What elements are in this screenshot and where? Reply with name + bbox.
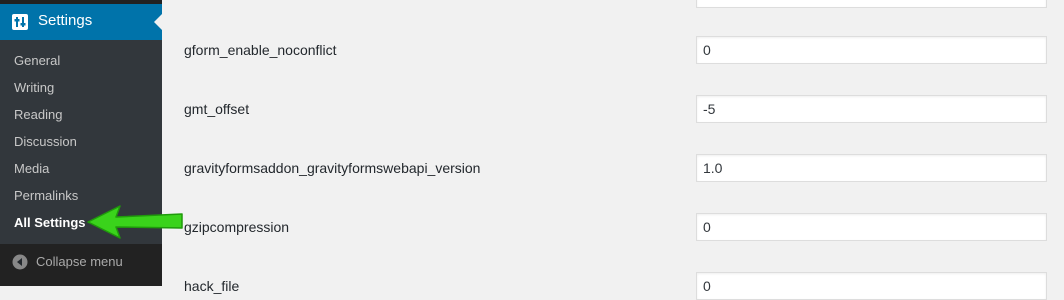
- submenu-item-permalinks[interactable]: Permalinks: [14, 188, 78, 203]
- settings-menu-header[interactable]: Settings: [0, 4, 162, 40]
- option-name-label: gravityformsaddon_gravityformswebapi_ver…: [184, 160, 481, 176]
- option-name-label: gzipcompression: [184, 219, 290, 235]
- annotation-arrow-icon: [87, 205, 183, 239]
- submenu-item-media[interactable]: Media: [14, 161, 49, 176]
- submenu-item-reading[interactable]: Reading: [14, 107, 62, 122]
- submenu-item-writing[interactable]: Writing: [14, 80, 54, 95]
- option-value-field[interactable]: [696, 272, 1047, 300]
- settings-menu-label: Settings: [38, 12, 93, 29]
- option-name-label: gmt_offset: [184, 101, 250, 117]
- option-value-field[interactable]: [696, 95, 1047, 123]
- option-value-field[interactable]: [696, 213, 1047, 241]
- settings-sliders-icon: [12, 14, 28, 30]
- collapse-menu-label: Collapse menu: [36, 254, 123, 269]
- option-value-field[interactable]: [696, 36, 1047, 64]
- option-name-label: hack_file: [184, 278, 240, 294]
- submenu-item-discussion[interactable]: Discussion: [14, 134, 77, 149]
- current-menu-pointer: [154, 14, 162, 30]
- submenu-item-general[interactable]: General: [14, 53, 60, 68]
- option-value-field[interactable]: [696, 154, 1047, 182]
- submenu-item-all-settings[interactable]: All Settings: [14, 215, 86, 230]
- collapse-menu-button[interactable]: Collapse menu: [0, 244, 162, 286]
- collapse-arrow-icon: [12, 254, 28, 270]
- option-name-label: gform_enable_noconflict: [184, 42, 337, 58]
- option-value-field[interactable]: [696, 0, 1047, 8]
